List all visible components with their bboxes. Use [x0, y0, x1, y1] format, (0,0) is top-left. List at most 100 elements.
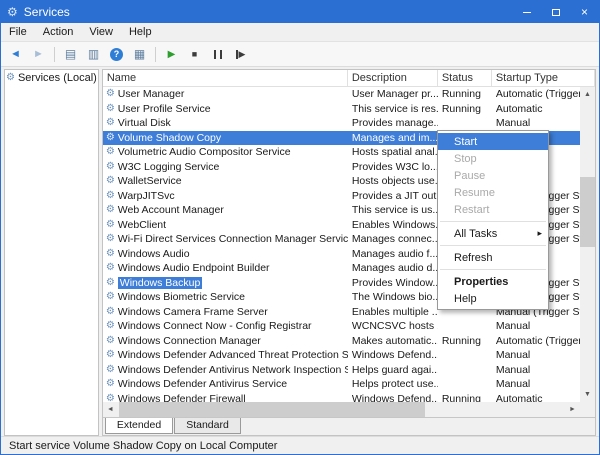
view-tab-extended[interactable]: Extended: [105, 418, 173, 434]
properties-button[interactable]: ▦: [129, 44, 150, 65]
service-startup-type: Automatic: [492, 393, 580, 402]
scroll-down-icon[interactable]: ▼: [580, 387, 595, 402]
service-row[interactable]: ⚙ Windows Connect Now - Config Registrar…: [103, 319, 580, 334]
export-list-button[interactable]: ▥: [83, 44, 104, 65]
horizontal-scroll-thumb[interactable]: [119, 402, 425, 417]
list-column-headers: Name Description Status Startup Type: [103, 70, 595, 87]
service-gear-icon: ⚙: [106, 350, 115, 360]
service-row[interactable]: ⚙ Windows Defender Advanced Threat Prote…: [103, 348, 580, 363]
services-window: ⚙ Services × FileActionViewHelp ◄ ► ▤ ▥ …: [0, 0, 600, 455]
service-status: Running: [438, 103, 492, 115]
service-row[interactable]: ⚙ Virtual Disk Provides manage... Manual: [103, 116, 580, 131]
service-gear-icon: ⚙: [106, 249, 115, 259]
horizontal-scrollbar[interactable]: ◄ ►: [103, 402, 595, 417]
context-menu-separator: [440, 269, 546, 270]
context-menu-item-refresh[interactable]: Refresh ▸: [438, 249, 548, 266]
service-gear-icon: ⚙: [106, 118, 115, 128]
service-row[interactable]: ⚙ Windows Defender Antivirus Network Ins…: [103, 363, 580, 378]
menu-file[interactable]: File: [1, 26, 35, 38]
service-name: Virtual Disk: [118, 117, 171, 129]
status-bar-text: Start service Volume Shadow Copy on Loca…: [9, 440, 277, 452]
service-gear-icon: ⚙: [106, 133, 115, 143]
service-name: WarpJITSvc: [118, 190, 175, 202]
service-description: This service is res...: [348, 103, 438, 115]
column-header-description[interactable]: Description: [348, 70, 438, 86]
service-gear-icon: ⚙: [106, 307, 115, 317]
menu-label: Help: [129, 26, 152, 38]
column-header-name[interactable]: Name: [103, 70, 348, 86]
start-service-button[interactable]: ▶: [161, 44, 182, 65]
vertical-scroll-thumb[interactable]: [580, 177, 595, 247]
close-button[interactable]: ×: [570, 1, 599, 23]
column-header-status[interactable]: Status: [438, 70, 492, 86]
context-menu-item-pause: Pause ▸: [438, 167, 548, 184]
context-menu-item-label: Resume: [454, 187, 495, 199]
service-name: Windows Defender Firewall: [118, 393, 246, 402]
menu-help[interactable]: Help: [121, 26, 160, 38]
menu-view[interactable]: View: [81, 26, 121, 38]
context-menu-item-restart: Restart ▸: [438, 201, 548, 218]
service-description: Provides manage...: [348, 117, 438, 129]
service-description: Manages connec...: [348, 233, 438, 245]
service-name: W3C Logging Service: [118, 161, 220, 173]
service-gear-icon: ⚙: [106, 89, 115, 99]
tree-item-services-local[interactable]: ⚙ Services (Local): [6, 72, 97, 84]
maximize-button[interactable]: [541, 1, 570, 23]
service-description: Provides W3C lo...: [348, 161, 438, 173]
vertical-scrollbar[interactable]: ▲ ▼: [580, 87, 595, 402]
pause-service-button[interactable]: [207, 44, 228, 65]
service-gear-icon: ⚙: [106, 191, 115, 201]
submenu-arrow-icon: ▸: [537, 228, 542, 239]
context-menu-item-label: Stop: [454, 153, 477, 165]
service-name: Windows Defender Antivirus Service: [118, 378, 287, 390]
start-service-icon: ▶: [168, 49, 176, 60]
service-gear-icon: ⚙: [106, 292, 115, 302]
close-icon: ×: [581, 6, 588, 18]
horizontal-scroll-track[interactable]: [118, 402, 565, 417]
service-description: Windows Defend...: [348, 349, 438, 361]
service-name: Windows Backup: [118, 277, 203, 289]
service-gear-icon: ⚙: [106, 278, 115, 288]
service-description: Provides a JIT out...: [348, 190, 438, 202]
service-description: Helps guard agai...: [348, 364, 438, 376]
toolbar-separator: [155, 47, 156, 62]
context-menu-item-label: Restart: [454, 204, 489, 216]
titlebar[interactable]: ⚙ Services ×: [1, 1, 599, 23]
context-menu-item-label: Help: [454, 293, 477, 305]
context-menu-item-start[interactable]: Start ▸: [438, 133, 548, 150]
service-gear-icon: ⚙: [106, 394, 115, 402]
help-button[interactable]: ?: [106, 44, 127, 65]
service-startup-type: Manual: [492, 364, 580, 376]
service-row[interactable]: ⚙ User Profile Service This service is r…: [103, 102, 580, 117]
service-description: Provides Window...: [348, 277, 438, 289]
context-menu-item-resume: Resume ▸: [438, 184, 548, 201]
back-button[interactable]: ◄: [5, 44, 26, 65]
service-description: Manages audio f...: [348, 248, 438, 260]
scroll-left-icon[interactable]: ◄: [103, 402, 118, 417]
minimize-button[interactable]: [512, 1, 541, 23]
service-row[interactable]: ⚙ User Manager User Manager pr... Runnin…: [103, 87, 580, 102]
context-menu-item-label: Start: [454, 136, 477, 148]
restart-service-button[interactable]: ▶: [230, 44, 251, 65]
scroll-up-icon[interactable]: ▲: [580, 87, 595, 102]
context-menu-item-all-tasks[interactable]: All Tasks ▸: [438, 225, 548, 242]
forward-button[interactable]: ►: [28, 44, 49, 65]
menu-action[interactable]: Action: [35, 26, 82, 38]
context-menu-item-help[interactable]: Help ▸: [438, 290, 548, 307]
scroll-right-icon[interactable]: ►: [565, 402, 580, 417]
view-tab-standard[interactable]: Standard: [174, 418, 241, 434]
stop-service-button[interactable]: ■: [184, 44, 205, 65]
context-menu-item-stop: Stop ▸: [438, 150, 548, 167]
service-name: Windows Defender Advanced Threat Protect…: [118, 349, 348, 361]
service-row[interactable]: ⚙ Windows Defender Firewall Windows Defe…: [103, 392, 580, 403]
service-description: Manages and im...: [348, 132, 438, 144]
service-name: User Profile Service: [118, 103, 211, 115]
show-console-tree-button[interactable]: ▤: [60, 44, 81, 65]
context-menu-item-properties[interactable]: Properties ▸: [438, 273, 548, 290]
service-gear-icon: ⚙: [106, 162, 115, 172]
column-header-startup-type[interactable]: Startup Type: [492, 70, 595, 86]
service-gear-icon: ⚙: [106, 234, 115, 244]
service-row[interactable]: ⚙ Windows Connection Manager Makes autom…: [103, 334, 580, 349]
service-row[interactable]: ⚙ Windows Defender Antivirus Service Hel…: [103, 377, 580, 392]
service-name: Windows Audio Endpoint Builder: [118, 262, 270, 274]
